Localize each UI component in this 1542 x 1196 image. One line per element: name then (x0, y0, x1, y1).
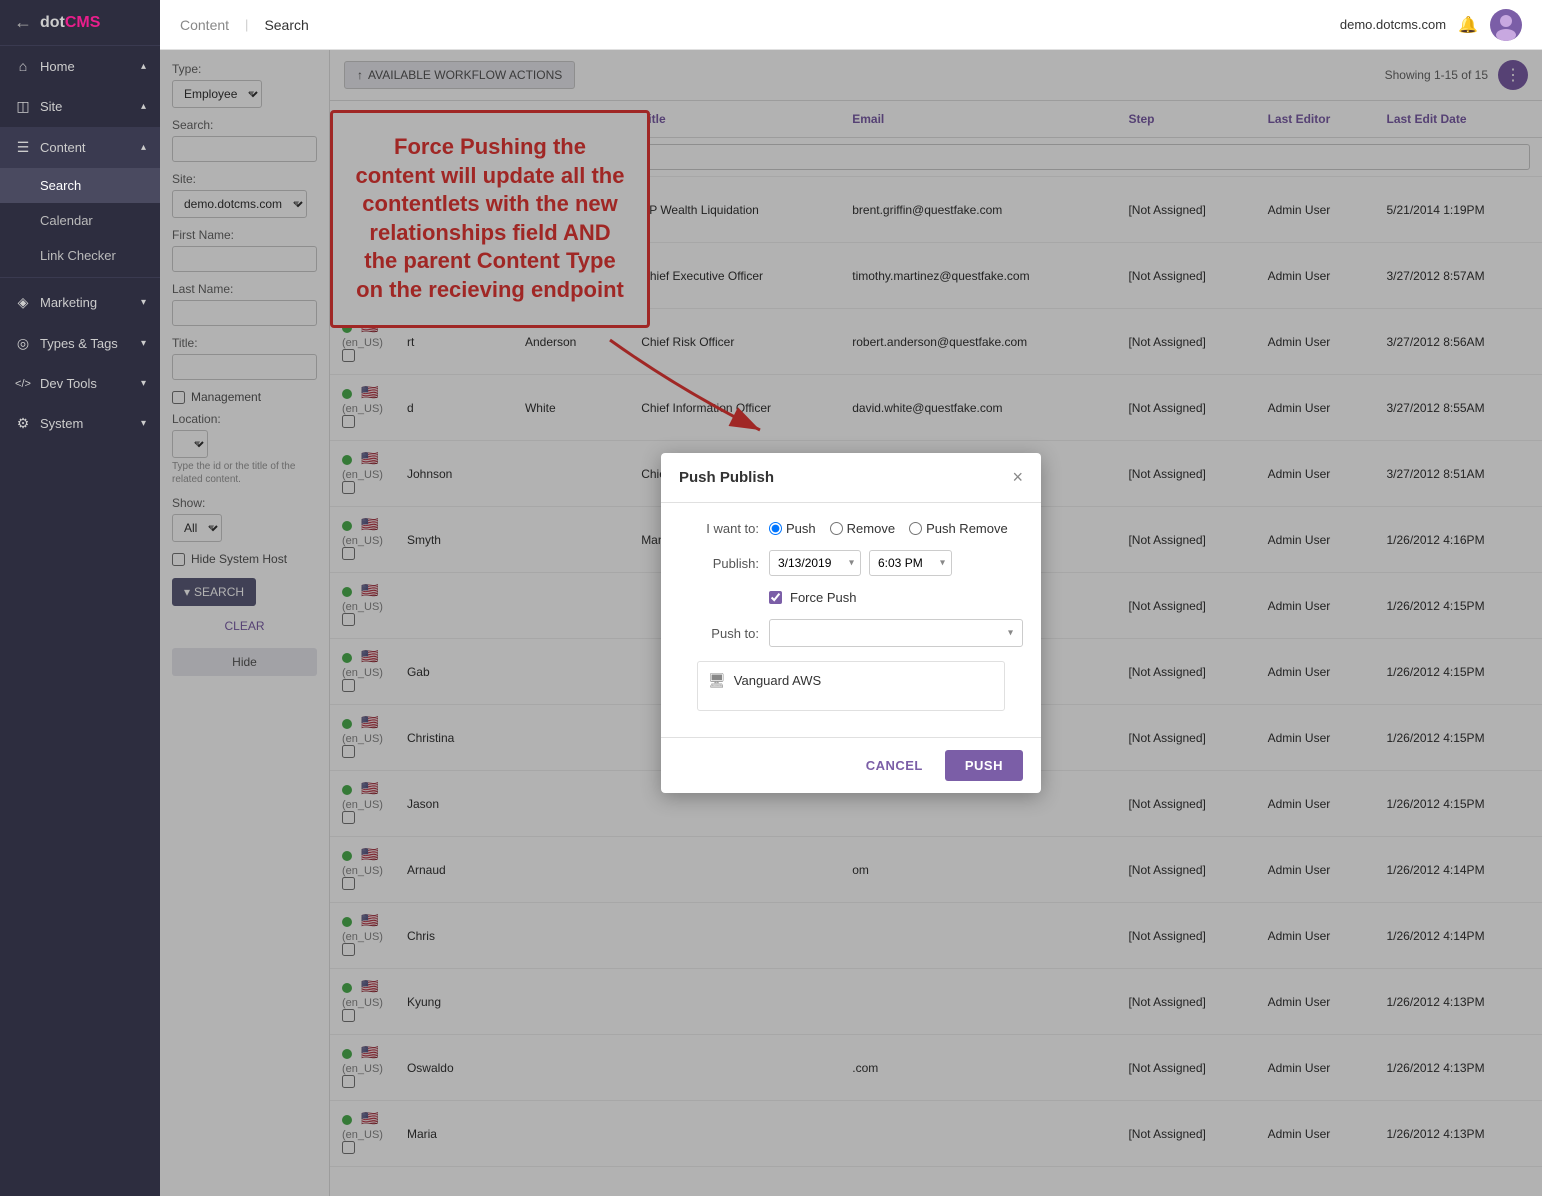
system-icon: ⚙ (14, 415, 32, 432)
radio-remove[interactable]: Remove (830, 521, 895, 536)
modal-body: I want to: Push Remove (661, 503, 1041, 737)
site-icon: ◫ (14, 98, 32, 115)
i-want-to-label: I want to: (679, 521, 759, 536)
push-to-select-wrap: Vanguard AWS (769, 619, 1023, 647)
radio-remove-label: Remove (847, 521, 895, 536)
chevron-site: ▴ (141, 101, 146, 112)
publish-label: Publish: (679, 556, 759, 571)
date-select[interactable]: 3/13/2019 (769, 550, 861, 576)
chevron-marketing: ▾ (141, 297, 146, 308)
push-to-select-row: Push to: Vanguard AWS (679, 619, 1023, 647)
chevron-types: ▾ (141, 338, 146, 349)
main-area: Content | Search demo.dotcms.com 🔔 Type:… (160, 0, 1542, 1196)
bell-icon[interactable]: 🔔 (1458, 15, 1478, 35)
logo-cms: CMS (65, 14, 101, 31)
sidebar-label-home: Home (40, 59, 75, 74)
radio-push[interactable]: Push (769, 521, 816, 536)
radio-group: Push Remove Push Remove (769, 521, 1008, 536)
modal-footer: CANCEL PUSH (661, 737, 1041, 793)
sidebar-label-site: Site (40, 99, 62, 114)
push-to-row: Push to: Vanguard AWS (679, 619, 1023, 711)
server-icon: 🖥 (708, 672, 726, 689)
home-icon: ⌂ (14, 58, 32, 74)
force-push-content: Force Push (769, 590, 1023, 605)
push-to-select[interactable]: Vanguard AWS (769, 619, 1023, 647)
sidebar-label-content: Content (40, 140, 86, 155)
modal-close-button[interactable]: × (1012, 467, 1023, 488)
force-push-label: Force Push (790, 590, 856, 605)
close-icon: × (1012, 467, 1023, 487)
back-icon[interactable]: ← (14, 12, 32, 33)
modal-overlay: Push Publish × I want to: Push (160, 50, 1542, 1196)
publish-row: Publish: 3/13/2019 6:03 PM (679, 550, 1023, 576)
time-select-wrap: 6:03 PM (869, 550, 952, 576)
sidebar-item-home[interactable]: ⌂ Home ▴ (0, 46, 160, 86)
sidebar-item-dev-tools[interactable]: </> Dev Tools ▾ (0, 364, 160, 403)
push-to-label: Push to: (679, 626, 759, 641)
push-button[interactable]: PUSH (945, 750, 1023, 781)
sidebar-sub-search[interactable]: Search (0, 168, 160, 203)
sidebar-sub-link-checker[interactable]: Link Checker (0, 238, 160, 273)
content-area: Type: Employee Search: Site: demo.dotcms… (160, 50, 1542, 1196)
sidebar-label-dev-tools: Dev Tools (40, 376, 97, 391)
user-avatar[interactable] (1490, 9, 1522, 41)
topbar-current-page: Search (264, 17, 308, 33)
marketing-icon: ◈ (14, 294, 32, 311)
sidebar-sub-calendar-label: Calendar (40, 213, 93, 228)
sidebar-logo: ← dotCMS (0, 0, 160, 46)
sidebar-item-marketing[interactable]: ◈ Marketing ▾ (0, 282, 160, 323)
time-select[interactable]: 6:03 PM (869, 550, 952, 576)
radio-push-label: Push (786, 521, 816, 536)
push-to-select-content: Vanguard AWS (769, 619, 1023, 647)
radio-remove-input[interactable] (830, 522, 843, 535)
i-want-to-row: I want to: Push Remove (679, 521, 1023, 536)
push-to-list-item: 🖥 Vanguard AWS (708, 668, 994, 693)
push-to-list-container: 🖥 Vanguard AWS (679, 661, 1023, 711)
sidebar-item-types[interactable]: ◎ Types & Tags ▾ (0, 323, 160, 364)
logo-text: dotCMS (40, 14, 100, 32)
i-want-to-options: Push Remove Push Remove (769, 521, 1023, 536)
sidebar-item-site[interactable]: ◫ Site ▴ (0, 86, 160, 127)
radio-push-remove[interactable]: Push Remove (909, 521, 1008, 536)
sidebar-sub-link-checker-label: Link Checker (40, 248, 116, 263)
sidebar-label-marketing: Marketing (40, 295, 97, 310)
modal-title: Push Publish (679, 469, 774, 486)
dev-tools-icon: </> (14, 378, 32, 390)
types-icon: ◎ (14, 335, 32, 352)
content-icon: ☰ (14, 139, 32, 156)
sidebar: ← dotCMS ⌂ Home ▴ ◫ Site ▴ ☰ Content ▴ S… (0, 0, 160, 1196)
radio-push-input[interactable] (769, 522, 782, 535)
domain-label: demo.dotcms.com (1340, 17, 1446, 32)
breadcrumb: Content (180, 17, 229, 33)
date-select-wrap: 3/13/2019 (769, 550, 861, 576)
force-push-checkbox-row: Force Push (769, 590, 856, 605)
sidebar-sub-search-label: Search (40, 178, 81, 193)
cancel-button[interactable]: CANCEL (854, 750, 935, 781)
topbar-right: demo.dotcms.com 🔔 (1340, 9, 1522, 41)
push-to-env-name: Vanguard AWS (734, 673, 821, 688)
chevron-home: ▴ (141, 61, 146, 72)
publish-inputs: 3/13/2019 6:03 PM (769, 550, 1023, 576)
sidebar-item-content[interactable]: ☰ Content ▴ (0, 127, 160, 168)
divider-1 (0, 277, 160, 278)
force-push-row: Force Push (679, 590, 1023, 605)
radio-push-remove-label: Push Remove (926, 521, 1008, 536)
radio-push-remove-input[interactable] (909, 522, 922, 535)
breadcrumb-separator: | (245, 17, 248, 32)
force-push-checkbox[interactable] (769, 591, 782, 604)
chevron-content: ▴ (141, 142, 146, 153)
push-to-list: 🖥 Vanguard AWS (697, 661, 1005, 711)
sidebar-sub-calendar[interactable]: Calendar (0, 203, 160, 238)
push-publish-modal: Push Publish × I want to: Push (661, 453, 1041, 793)
sidebar-label-types: Types & Tags (40, 336, 118, 351)
chevron-system: ▾ (141, 418, 146, 429)
chevron-dev-tools: ▾ (141, 378, 146, 389)
topbar: Content | Search demo.dotcms.com 🔔 (160, 0, 1542, 50)
modal-header: Push Publish × (661, 453, 1041, 503)
sidebar-label-system: System (40, 416, 83, 431)
sidebar-item-system[interactable]: ⚙ System ▾ (0, 403, 160, 444)
